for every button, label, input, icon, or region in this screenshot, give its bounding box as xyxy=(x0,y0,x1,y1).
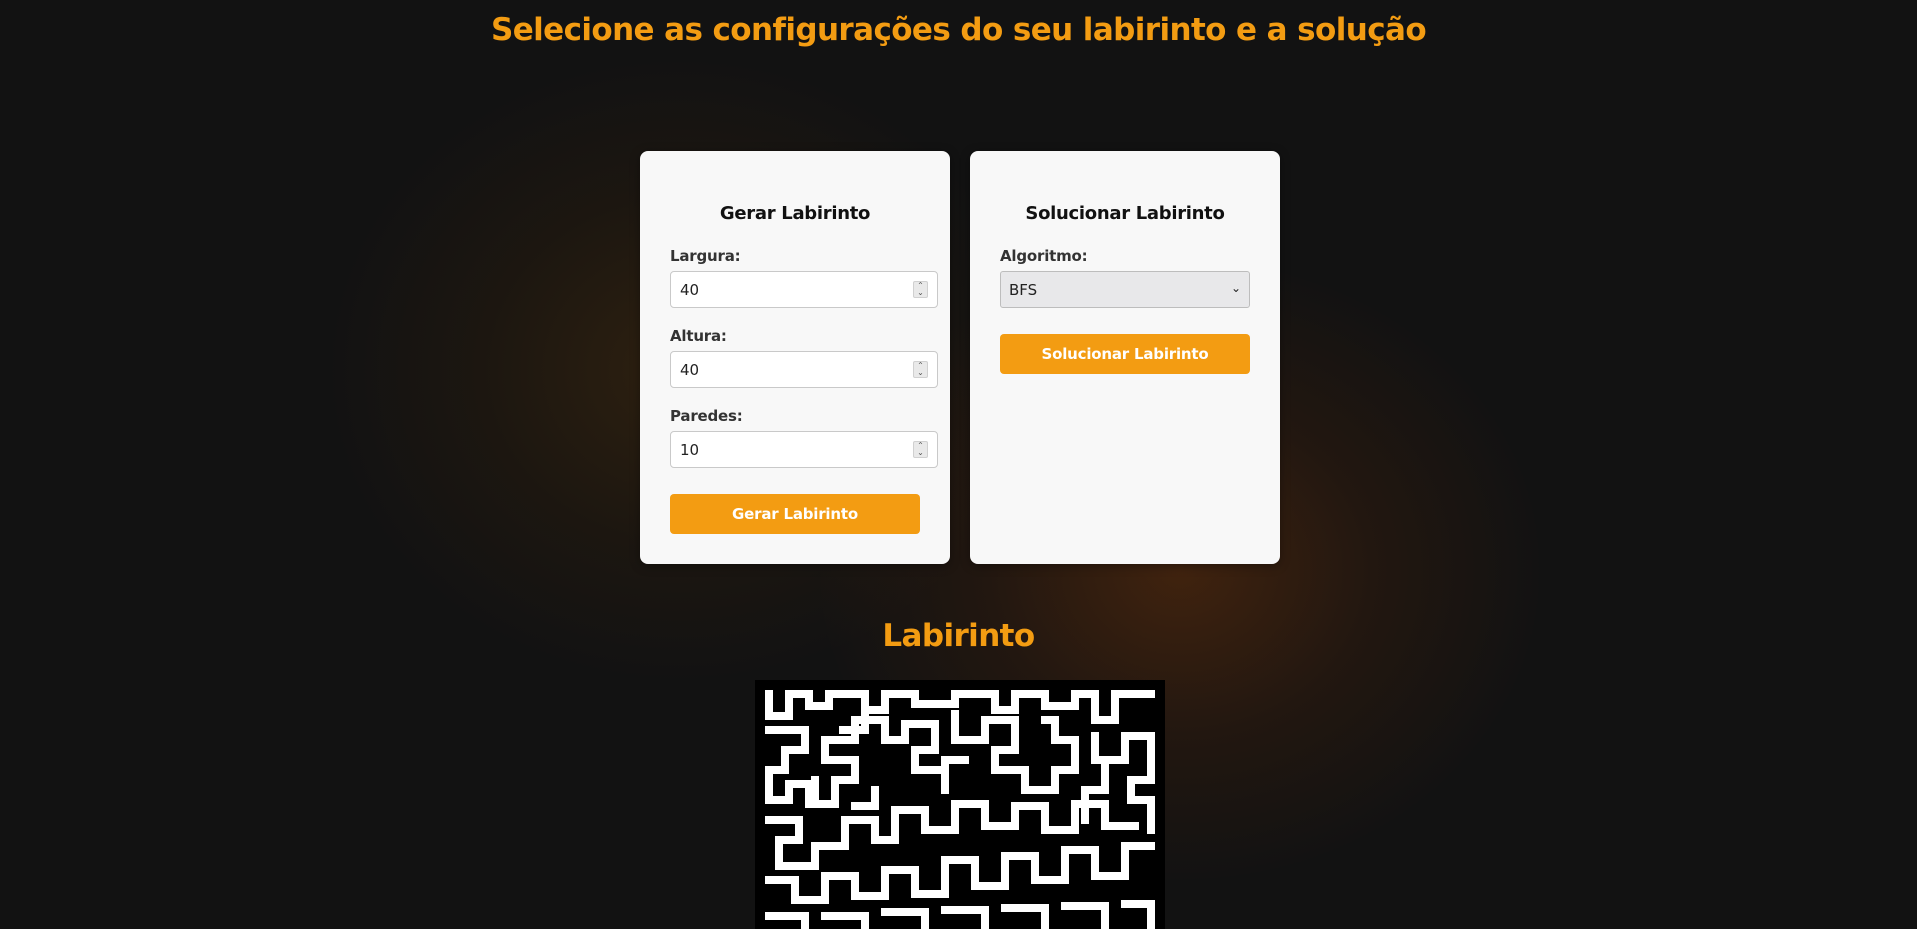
number-spinner-icon[interactable]: ⌃ ⌄ xyxy=(913,441,928,458)
height-label: Altura: xyxy=(670,327,727,345)
number-spinner-icon[interactable]: ⌃ ⌄ xyxy=(913,281,928,298)
generate-card-title: Gerar Labirinto xyxy=(719,203,871,224)
algorithm-selected-value: BFS xyxy=(1009,281,1038,299)
maze-drawing xyxy=(755,680,1165,929)
height-input[interactable]: 40 ⌃ ⌄ xyxy=(670,351,938,388)
page-title: Selecione as configurações do seu labiri… xyxy=(490,12,1427,48)
solve-maze-button[interactable]: Solucionar Labirinto xyxy=(1000,334,1250,374)
height-value: 40 xyxy=(680,361,700,379)
generate-maze-button[interactable]: Gerar Labirinto xyxy=(670,494,920,534)
number-spinner-icon[interactable]: ⌃ ⌄ xyxy=(913,361,928,378)
width-input[interactable]: 40 ⌃ ⌄ xyxy=(670,271,938,308)
chevron-down-icon: ⌄ xyxy=(1230,281,1241,295)
width-label: Largura: xyxy=(670,247,741,265)
page: Selecione as configurações do seu labiri… xyxy=(0,0,1917,929)
walls-value: 10 xyxy=(680,441,700,459)
walls-label: Paredes: xyxy=(670,407,743,425)
solve-maze-card: Solucionar Labirinto Algoritmo: BFS ⌄ So… xyxy=(970,151,1280,564)
maze-canvas xyxy=(755,680,1165,929)
maze-section-title: Labirinto xyxy=(882,618,1035,654)
walls-input[interactable]: 10 ⌃ ⌄ xyxy=(670,431,938,468)
algorithm-label: Algoritmo: xyxy=(1000,247,1088,265)
algorithm-select[interactable]: BFS ⌄ xyxy=(1000,271,1250,308)
solve-card-title: Solucionar Labirinto xyxy=(1025,203,1225,224)
generate-maze-card: Gerar Labirinto Largura: 40 ⌃ ⌄ Altura: 4… xyxy=(640,151,950,564)
width-value: 40 xyxy=(680,281,700,299)
